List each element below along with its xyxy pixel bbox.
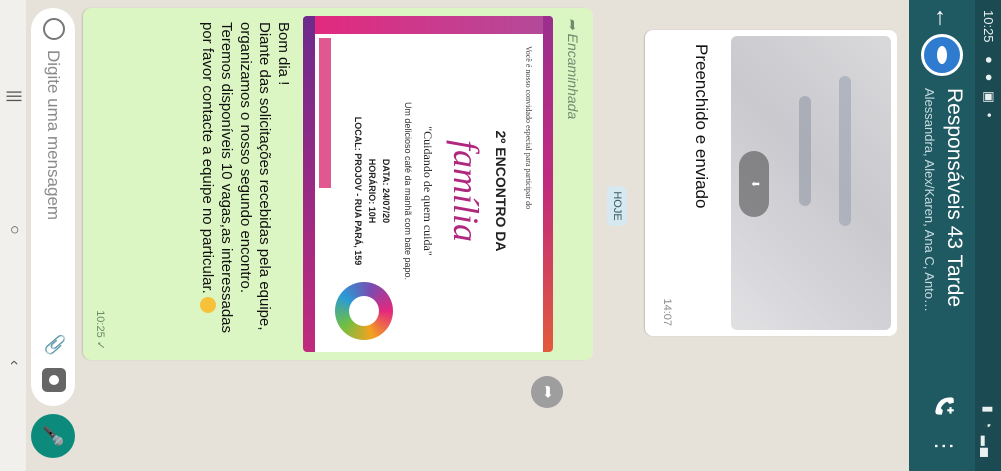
home-icon[interactable]: ○ <box>5 225 23 235</box>
message-input[interactable]: Digite uma mensagem <box>43 50 63 220</box>
outgoing-message[interactable]: ➦ Encaminhada Você é nosso convidado esp… <box>83 8 593 360</box>
attach-icon[interactable]: 📎 <box>44 334 65 356</box>
date-chip: HOJE <box>607 186 627 226</box>
message-time: 14:07 <box>661 298 673 326</box>
message-text: Bom dia ! Diante das solicitações recebi… <box>198 22 293 342</box>
message-caption: Preenchido e enviado <box>692 44 711 209</box>
status-time: 10:25 <box>981 10 996 43</box>
chat-title[interactable]: Responsáveis 43 Tarde <box>942 88 966 307</box>
emoji-icon[interactable] <box>43 18 65 40</box>
flyer-title: 2º ENCONTRO DA <box>493 130 509 252</box>
forward-icon[interactable]: ➦ <box>531 376 563 408</box>
download-icon[interactable]: ⬇ <box>739 151 769 217</box>
notification-icons: ● ● ▣ • <box>982 56 997 121</box>
message-composer[interactable]: Digite uma mensagem 📎 <box>31 8 75 406</box>
flyer-footer-bar <box>319 38 331 188</box>
status-bar: 10:25 ● ● ▣ • ▮ ◔ ▂▄ <box>975 0 1001 471</box>
flyer-invite: Você é nosso convidado especial para par… <box>524 46 533 210</box>
smiley-emoji-icon <box>200 296 216 313</box>
back-nav-icon[interactable]: ‹ <box>5 360 23 365</box>
blurred-image-thumbnail[interactable]: ⬇ <box>731 36 891 330</box>
signal-icons: ▮ ◔ ▂▄ <box>981 405 996 459</box>
forwarded-label: ➦ Encaminhada <box>565 18 581 120</box>
flyer-logo <box>335 282 393 340</box>
message-line: Teremos disponíveis 10 vagas,as interess… <box>199 22 235 334</box>
flyer-quote: "Cuidando de quem cuida" <box>421 126 435 256</box>
flyer-subtitle: Um delicioso café da manhã com bate papo… <box>403 101 413 281</box>
system-nav-bar: ||| ○ ‹ <box>0 0 26 471</box>
flyer-headline: família <box>446 139 486 242</box>
event-flyer-image[interactable]: Você é nosso convidado especial para par… <box>303 16 553 352</box>
camera-icon[interactable] <box>42 368 66 392</box>
blurred-text <box>839 76 851 226</box>
more-vert-icon[interactable]: ⋮ <box>931 435 957 457</box>
flyer-top-band <box>543 16 553 352</box>
phone-screen: 10:25 ● ● ▣ • ▮ ◔ ▂▄ ← Responsáveis 43 T… <box>0 0 1001 471</box>
message-time: 10:25 ✓ <box>94 310 106 350</box>
back-arrow-icon[interactable]: ← <box>929 6 957 30</box>
mic-icon[interactable]: 🎤 <box>31 414 75 458</box>
blurred-text <box>799 96 811 206</box>
group-avatar-icon[interactable] <box>921 34 963 76</box>
message-line: Bom dia ! <box>275 22 292 86</box>
chat-header[interactable]: ← Responsáveis 43 Tarde Alessandra, Alex… <box>909 0 975 471</box>
incoming-image-message[interactable]: ⬇ Preenchido e enviado 14:07 <box>645 30 897 336</box>
add-call-icon[interactable] <box>931 393 957 419</box>
recent-apps-icon[interactable]: ||| <box>5 90 23 102</box>
chat-participants[interactable]: Alessandra, Alex/Karen, Ana C, Antonia/K… <box>922 88 937 318</box>
flyer-side-band <box>303 16 553 34</box>
message-line: Diante das solicitações recebidas pela e… <box>237 22 273 331</box>
flyer-bottom-band <box>303 16 315 352</box>
